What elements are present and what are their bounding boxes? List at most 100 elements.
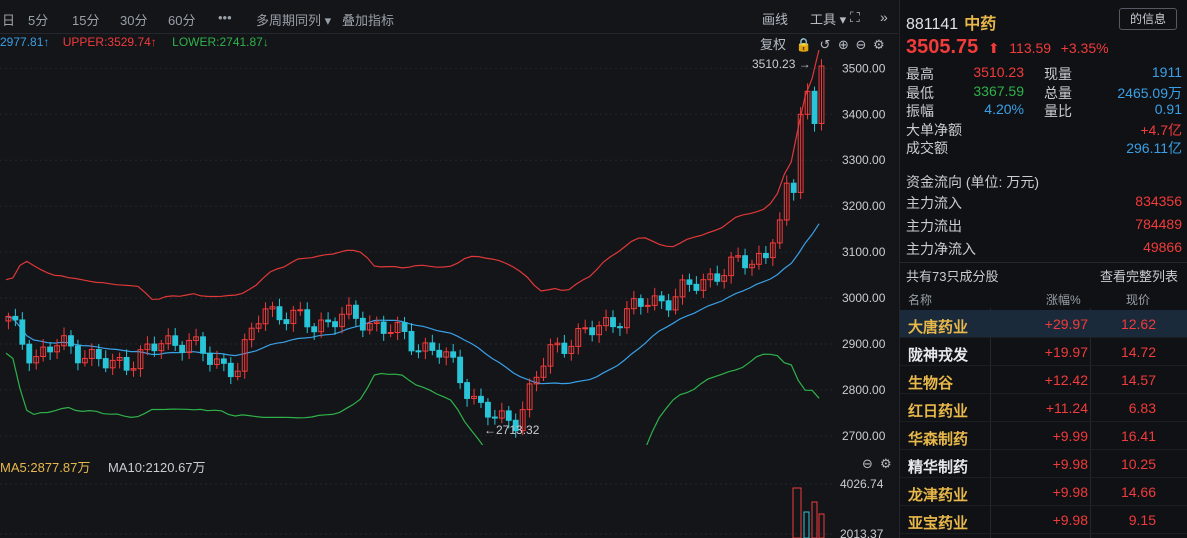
candle-body bbox=[276, 306, 283, 321]
volume-bar bbox=[811, 501, 818, 538]
candle-body bbox=[644, 304, 651, 307]
row-name: 大唐药业 bbox=[908, 319, 969, 336]
candle-body bbox=[415, 350, 422, 353]
flow-row: 主力净流入 49866 bbox=[906, 239, 1182, 262]
flow-row: 主力流入 834356 bbox=[906, 193, 1182, 216]
volume-bar bbox=[792, 487, 802, 538]
volume-close-icon[interactable]: ⊖ bbox=[862, 456, 873, 472]
table-row[interactable]: 亚宝药业 +9.98 9.15 bbox=[900, 506, 1187, 534]
tools-dropdown[interactable]: 工具 ▾ bbox=[810, 9, 846, 28]
period-15min[interactable]: 15分 bbox=[72, 10, 99, 29]
candle-body bbox=[561, 342, 568, 354]
row-pct: +9.98 bbox=[1052, 456, 1088, 472]
candle-body bbox=[74, 345, 81, 364]
candle-body bbox=[387, 331, 394, 334]
overlay-indicator-button[interactable]: 叠加指标 bbox=[342, 10, 394, 29]
volume-tick-max: 4026.74 bbox=[840, 477, 884, 491]
candle-body bbox=[207, 352, 213, 365]
boll-upper-line bbox=[5, 50, 820, 300]
row-name: 华森制药 bbox=[908, 431, 969, 448]
candle-body bbox=[457, 356, 464, 384]
info-button[interactable]: 的信息 bbox=[1119, 8, 1177, 30]
chart-toolbar: 日 5分 15分 30分 60分 ••• 多周期同列 ▾ 叠加指标 画线 工具 … bbox=[0, 0, 898, 34]
stat-label: 振幅 bbox=[906, 103, 934, 119]
row-name: 精华制药 bbox=[908, 459, 969, 476]
col-price[interactable]: 现价 bbox=[1126, 291, 1150, 308]
period-day[interactable]: 日 bbox=[2, 10, 15, 29]
y-tick-label: 2700.00 bbox=[842, 429, 886, 443]
candle-body bbox=[297, 309, 304, 312]
security-header: 881141 中药 bbox=[906, 10, 996, 34]
stat-label: 量比 bbox=[1044, 103, 1072, 119]
table-row[interactable]: 陇神戎发 +19.97 14.72 bbox=[900, 338, 1187, 366]
table-row[interactable]: 生物谷 +12.42 14.57 bbox=[900, 366, 1187, 394]
candle-body bbox=[589, 327, 596, 336]
candle-body bbox=[436, 349, 443, 358]
period-30min[interactable]: 30分 bbox=[120, 10, 147, 29]
turnover-label: 成交额 bbox=[906, 140, 948, 156]
row-pct: +9.99 bbox=[1052, 428, 1088, 444]
stat-value: 4.20% bbox=[984, 101, 1024, 117]
candle-body bbox=[811, 90, 818, 124]
stat-value: 1911 bbox=[1151, 64, 1182, 80]
stat-row: 振幅 4.20% 量比 0.91 bbox=[906, 101, 1182, 120]
stat-row: 最低 3367.59 总量 2465.09万 bbox=[906, 83, 1182, 102]
volume-chart[interactable]: 4026.74 2013.37 bbox=[0, 474, 898, 538]
stat-row: 最高 3510.23 现量 1911 bbox=[906, 64, 1182, 83]
row-name: 陇神戎发 bbox=[908, 347, 969, 364]
table-header: 名称 涨幅% 现价 bbox=[900, 288, 1187, 308]
chart-area[interactable]: 日 5分 15分 30分 60分 ••• 多周期同列 ▾ 叠加指标 画线 工具 … bbox=[0, 0, 898, 538]
view-full-list-button[interactable]: 查看完整列表 bbox=[1100, 266, 1178, 285]
y-tick-label: 3200.00 bbox=[842, 199, 886, 213]
row-price: 10.25 bbox=[1120, 456, 1156, 472]
stat-value: 3510.23 bbox=[973, 64, 1024, 80]
period-60min[interactable]: 60分 bbox=[168, 10, 195, 29]
candle-body bbox=[665, 300, 672, 311]
col-change-pct[interactable]: 涨幅% bbox=[1046, 291, 1081, 308]
candles bbox=[5, 59, 825, 438]
stat-label: 最高 bbox=[906, 66, 934, 82]
candle-body bbox=[491, 416, 498, 419]
table-row[interactable]: 红日药业 +11.24 6.83 bbox=[900, 394, 1187, 422]
high-price-label: 3510.23 → bbox=[752, 57, 811, 71]
row-price: 14.72 bbox=[1120, 344, 1156, 360]
y-axis-labels: 3500.00 3400.00 3300.00 3200.00 3100.00 3000.… bbox=[842, 61, 886, 442]
candle-body bbox=[617, 326, 623, 329]
fullscreen-icon[interactable]: ⛶ bbox=[850, 9, 860, 26]
stat-label: 总量 bbox=[1044, 84, 1072, 101]
volume-ma10: MA10:2120.67万 bbox=[107, 460, 206, 475]
candle-body bbox=[102, 358, 109, 369]
table-row[interactable]: 华森制药 +9.99 16.41 bbox=[900, 422, 1187, 450]
flow-row: 主力流出 784489 bbox=[906, 216, 1182, 239]
draw-line-button[interactable]: 画线 bbox=[762, 9, 788, 28]
row-price: 16.41 bbox=[1120, 428, 1156, 444]
candle-body bbox=[19, 319, 26, 345]
candle-body bbox=[325, 319, 332, 323]
flow-value: 49866 bbox=[1143, 239, 1182, 255]
col-name[interactable]: 名称 bbox=[908, 291, 932, 308]
period-5min[interactable]: 5分 bbox=[28, 10, 48, 29]
candle-body bbox=[304, 309, 311, 328]
candlestick-chart[interactable]: 3500.00 3400.00 3300.00 3200.00 3100.00 3000.… bbox=[0, 50, 898, 445]
collapse-icon[interactable]: » bbox=[880, 9, 888, 25]
turnover-value: 296.11亿 bbox=[1126, 140, 1182, 156]
y-tick-label: 3500.00 bbox=[842, 61, 886, 75]
table-row[interactable]: 精华制药 +9.98 10.25 bbox=[900, 450, 1187, 478]
table-row[interactable]: 龙津药业 +9.98 14.66 bbox=[900, 478, 1187, 506]
candle-body bbox=[686, 279, 693, 285]
candle-body bbox=[26, 343, 33, 364]
candle-body bbox=[429, 342, 436, 351]
table-row[interactable]: 大唐药业 +29.97 12.62 bbox=[900, 310, 1187, 338]
volume-settings-icon[interactable]: ⚙ bbox=[880, 456, 892, 472]
boll-lower-value: LOWER:2741.87↓ bbox=[172, 35, 269, 49]
row-name: 亚宝药业 bbox=[908, 515, 969, 532]
stat-value: 3367.59 bbox=[973, 82, 1024, 99]
y-tick-label: 3400.00 bbox=[842, 107, 886, 121]
flow-label: 主力流出 bbox=[906, 218, 962, 234]
y-tick-label: 3000.00 bbox=[842, 291, 886, 305]
candle-body bbox=[762, 252, 769, 259]
flow-label: 主力净流入 bbox=[906, 241, 976, 257]
more-periods-button[interactable]: ••• bbox=[218, 10, 232, 25]
constituents-count: 共有73只成分股 bbox=[906, 269, 999, 284]
multi-period-dropdown[interactable]: 多周期同列 ▾ bbox=[256, 10, 331, 29]
